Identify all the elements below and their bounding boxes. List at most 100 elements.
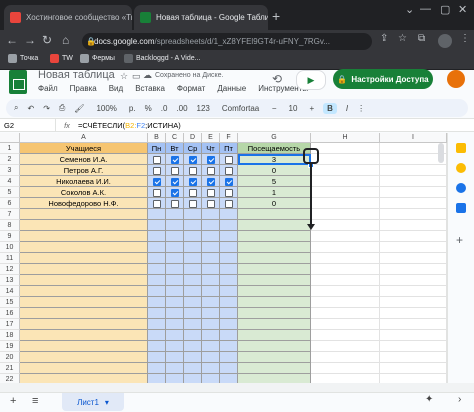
attendance-checkbox-cell[interactable] — [166, 165, 184, 176]
column-header-a[interactable]: A — [20, 133, 148, 143]
cell-h17[interactable] — [311, 319, 380, 330]
zoom-select[interactable]: 100% — [93, 103, 119, 114]
attendance-checkbox-cell[interactable] — [184, 154, 202, 165]
cell-g8[interactable] — [238, 220, 311, 231]
cell-i4[interactable] — [380, 176, 447, 187]
cell-c8[interactable] — [166, 220, 184, 231]
cell-e15[interactable] — [202, 297, 220, 308]
row-header-8[interactable]: 8 — [0, 220, 20, 231]
cell-d20[interactable] — [184, 352, 202, 363]
home-icon[interactable]: ⌂ — [62, 33, 69, 47]
cell-h13[interactable] — [311, 275, 380, 286]
checkbox-checked[interactable] — [188, 155, 197, 164]
cell-h11[interactable] — [311, 253, 380, 264]
row-header-6[interactable]: 6 — [0, 198, 20, 209]
font-size-decrease[interactable]: − — [272, 104, 277, 113]
cell-i21[interactable] — [380, 363, 447, 374]
cell-e20[interactable] — [202, 352, 220, 363]
back-icon[interactable]: ← — [6, 33, 18, 47]
cell-a22[interactable] — [20, 374, 148, 383]
italic-icon[interactable]: I — [346, 104, 348, 113]
column-header-e[interactable]: E — [202, 133, 220, 143]
tasks-icon[interactable] — [456, 183, 466, 193]
cell-g9[interactable] — [238, 231, 311, 242]
cell-i19[interactable] — [380, 341, 447, 352]
cell-a12[interactable] — [20, 264, 148, 275]
cell-a18[interactable] — [20, 330, 148, 341]
menu-file[interactable]: Файл — [38, 84, 58, 93]
menu-data[interactable]: Данные — [217, 84, 246, 93]
attendance-checkbox-cell[interactable] — [166, 154, 184, 165]
horizontal-scrollbar[interactable] — [0, 383, 474, 392]
cell-i14[interactable] — [380, 286, 447, 297]
cell-a16[interactable] — [20, 308, 148, 319]
cell-i1[interactable] — [380, 143, 447, 154]
cell-a8[interactable] — [20, 220, 148, 231]
checkbox-unchecked[interactable] — [170, 166, 179, 175]
checkbox-checked[interactable] — [206, 155, 215, 164]
checkbox-unchecked[interactable] — [206, 188, 215, 197]
star-icon[interactable]: ☆ — [398, 33, 407, 44]
checkbox-unchecked[interactable] — [224, 166, 233, 175]
column-header-d[interactable]: D — [184, 133, 202, 143]
search-icon[interactable]: ⌕ — [14, 103, 18, 113]
cell-e12[interactable] — [202, 264, 220, 275]
cell-c21[interactable] — [166, 363, 184, 374]
row-header-19[interactable]: 19 — [0, 341, 20, 352]
cell-c7[interactable] — [166, 209, 184, 220]
cell-g10[interactable] — [238, 242, 311, 253]
cell-b17[interactable] — [148, 319, 166, 330]
cell-e7[interactable] — [202, 209, 220, 220]
attendance-count-cell[interactable]: 5 — [238, 176, 311, 187]
cell-b18[interactable] — [148, 330, 166, 341]
column-header-i[interactable]: I — [380, 133, 447, 143]
undo-icon[interactable]: ↶ — [27, 104, 34, 113]
checkbox-checked[interactable] — [224, 177, 233, 186]
cell-i18[interactable] — [380, 330, 447, 341]
increase-decimal-button[interactable]: .00 — [176, 104, 187, 113]
checkbox-checked[interactable] — [170, 188, 179, 197]
number-format-button[interactable]: 123 — [197, 104, 210, 113]
cell-g14[interactable] — [238, 286, 311, 297]
cell-f20[interactable] — [220, 352, 238, 363]
cell-f11[interactable] — [220, 253, 238, 264]
checkbox-unchecked[interactable] — [188, 188, 197, 197]
attendance-checkbox-cell[interactable] — [220, 165, 238, 176]
cell-c14[interactable] — [166, 286, 184, 297]
student-name-cell[interactable]: Петров А.Г. — [20, 165, 148, 176]
cell-e11[interactable] — [202, 253, 220, 264]
menu-insert[interactable]: Вставка — [135, 84, 165, 93]
cell-i8[interactable] — [380, 220, 447, 231]
cell-b20[interactable] — [148, 352, 166, 363]
cell-e14[interactable] — [202, 286, 220, 297]
doc-title[interactable]: Новая таблица — [38, 69, 115, 81]
row-header-13[interactable]: 13 — [0, 275, 20, 286]
attendance-checkbox-cell[interactable] — [184, 198, 202, 209]
cell-d9[interactable] — [184, 231, 202, 242]
cell-f16[interactable] — [220, 308, 238, 319]
cell-i12[interactable] — [380, 264, 447, 275]
cell-b14[interactable] — [148, 286, 166, 297]
attendance-checkbox-cell[interactable] — [220, 154, 238, 165]
cell-f8[interactable] — [220, 220, 238, 231]
new-tab-button[interactable]: + — [272, 8, 280, 24]
menu-edit[interactable]: Правка — [70, 84, 97, 93]
student-name-cell[interactable]: Новофедорово Н.Ф. — [20, 198, 148, 209]
meet-button[interactable]: ▶ — [296, 70, 326, 90]
cell-i6[interactable] — [380, 198, 447, 209]
cell-e10[interactable] — [202, 242, 220, 253]
cell-c20[interactable] — [166, 352, 184, 363]
cell-a11[interactable] — [20, 253, 148, 264]
cell-i13[interactable] — [380, 275, 447, 286]
checkbox-unchecked[interactable] — [188, 166, 197, 175]
minimize-icon[interactable]: — — [420, 3, 431, 15]
cell-g12[interactable] — [238, 264, 311, 275]
cell-h6[interactable] — [311, 198, 380, 209]
cell-d17[interactable] — [184, 319, 202, 330]
menu-view[interactable]: Вид — [109, 84, 123, 93]
profile-avatar[interactable] — [438, 34, 452, 48]
cell-c18[interactable] — [166, 330, 184, 341]
cell-h19[interactable] — [311, 341, 380, 352]
font-select[interactable]: Comfortaa — [219, 103, 263, 114]
cell-h7[interactable] — [311, 209, 380, 220]
